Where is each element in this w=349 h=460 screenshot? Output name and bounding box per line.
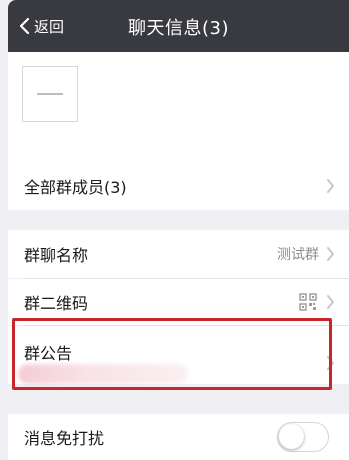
highlight-annotation xyxy=(12,318,332,390)
group-name-value: 测试群 xyxy=(277,247,319,263)
toggle-knob xyxy=(279,424,304,449)
mute-label: 消息免打扰 xyxy=(24,429,105,448)
chevron-right-icon xyxy=(327,295,334,309)
all-members-label: 全部群成员(3) xyxy=(24,178,127,197)
add-member-button[interactable] xyxy=(22,66,78,122)
minus-icon xyxy=(37,93,63,95)
group-name-row[interactable]: 群聊名称 测试群 xyxy=(8,230,349,278)
all-members-row[interactable]: 全部群成员(3) xyxy=(8,162,349,210)
group-name-label: 群聊名称 xyxy=(24,246,89,265)
content-area: 全部群成员(3) 群聊名称 测试群 群二维码 群公告 消息免打扰 xyxy=(8,52,349,460)
qr-code-label: 群二维码 xyxy=(24,294,89,313)
qr-code-icon xyxy=(299,293,317,311)
mute-row: 消息免打扰 xyxy=(8,414,349,460)
navigation-bar: 返回 聊天信息(3) xyxy=(8,0,349,52)
page-title: 聊天信息(3) xyxy=(128,18,229,39)
chevron-right-icon xyxy=(327,247,334,261)
chevron-right-icon xyxy=(327,179,334,193)
chat-info-screen: 返回 聊天信息(3) 全部群成员(3) 群聊名称 测试群 群二维码 群公告 消息… xyxy=(0,0,349,460)
mute-toggle[interactable] xyxy=(277,422,329,452)
